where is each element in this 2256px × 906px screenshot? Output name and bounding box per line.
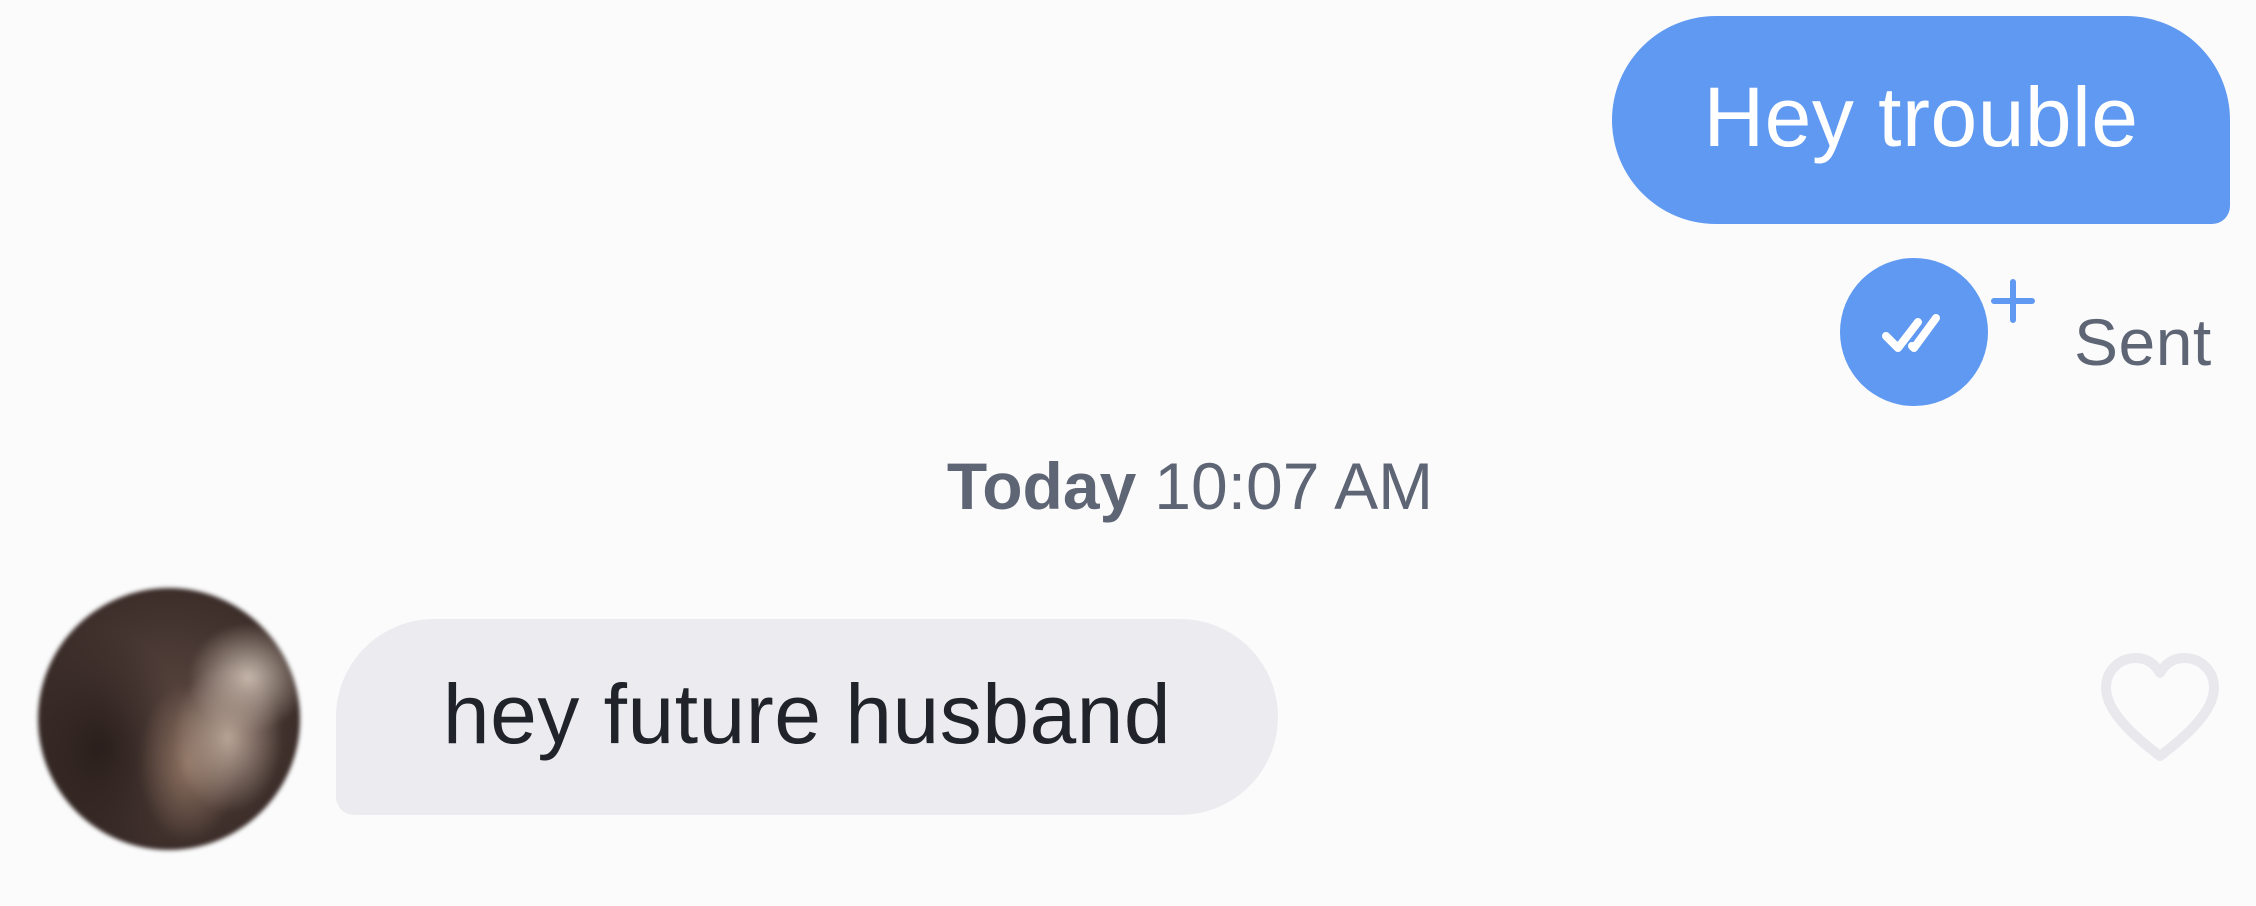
- incoming-message-bubble[interactable]: hey future husband: [336, 619, 1278, 815]
- avatar[interactable]: [38, 588, 300, 850]
- plus-icon: [1991, 279, 2035, 323]
- like-button[interactable]: [2096, 648, 2224, 768]
- incoming-message-text: hey future husband: [442, 666, 1172, 761]
- message-timestamp: Today 10:07 AM: [0, 448, 2256, 524]
- message-status-label: Sent: [2074, 305, 2212, 379]
- double-check-icon: [1882, 314, 1940, 352]
- read-receipt-button[interactable]: [1840, 258, 1988, 406]
- timestamp-day: Today: [946, 449, 1137, 523]
- outgoing-message-bubble[interactable]: Hey trouble: [1612, 16, 2230, 224]
- timestamp-time: 10:07 AM: [1154, 449, 1434, 523]
- heart-icon: [2101, 653, 2219, 761]
- outgoing-message-text: Hey trouble: [1703, 69, 2139, 164]
